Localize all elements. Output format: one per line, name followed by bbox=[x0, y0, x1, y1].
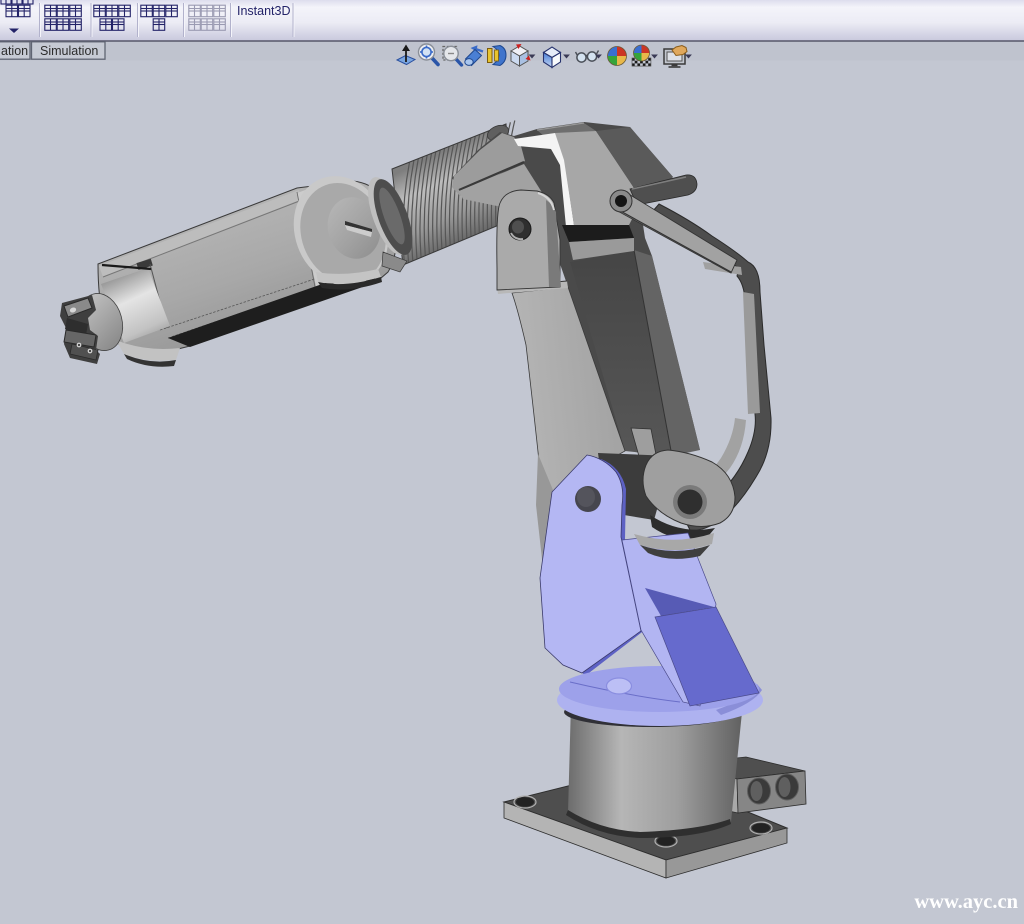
svg-text:ation: ation bbox=[1, 44, 28, 58]
svg-text:Simulation: Simulation bbox=[40, 44, 98, 58]
svg-text:Instant3D: Instant3D bbox=[237, 4, 291, 18]
svg-text:www.ayc.cn: www.ayc.cn bbox=[914, 891, 1018, 913]
